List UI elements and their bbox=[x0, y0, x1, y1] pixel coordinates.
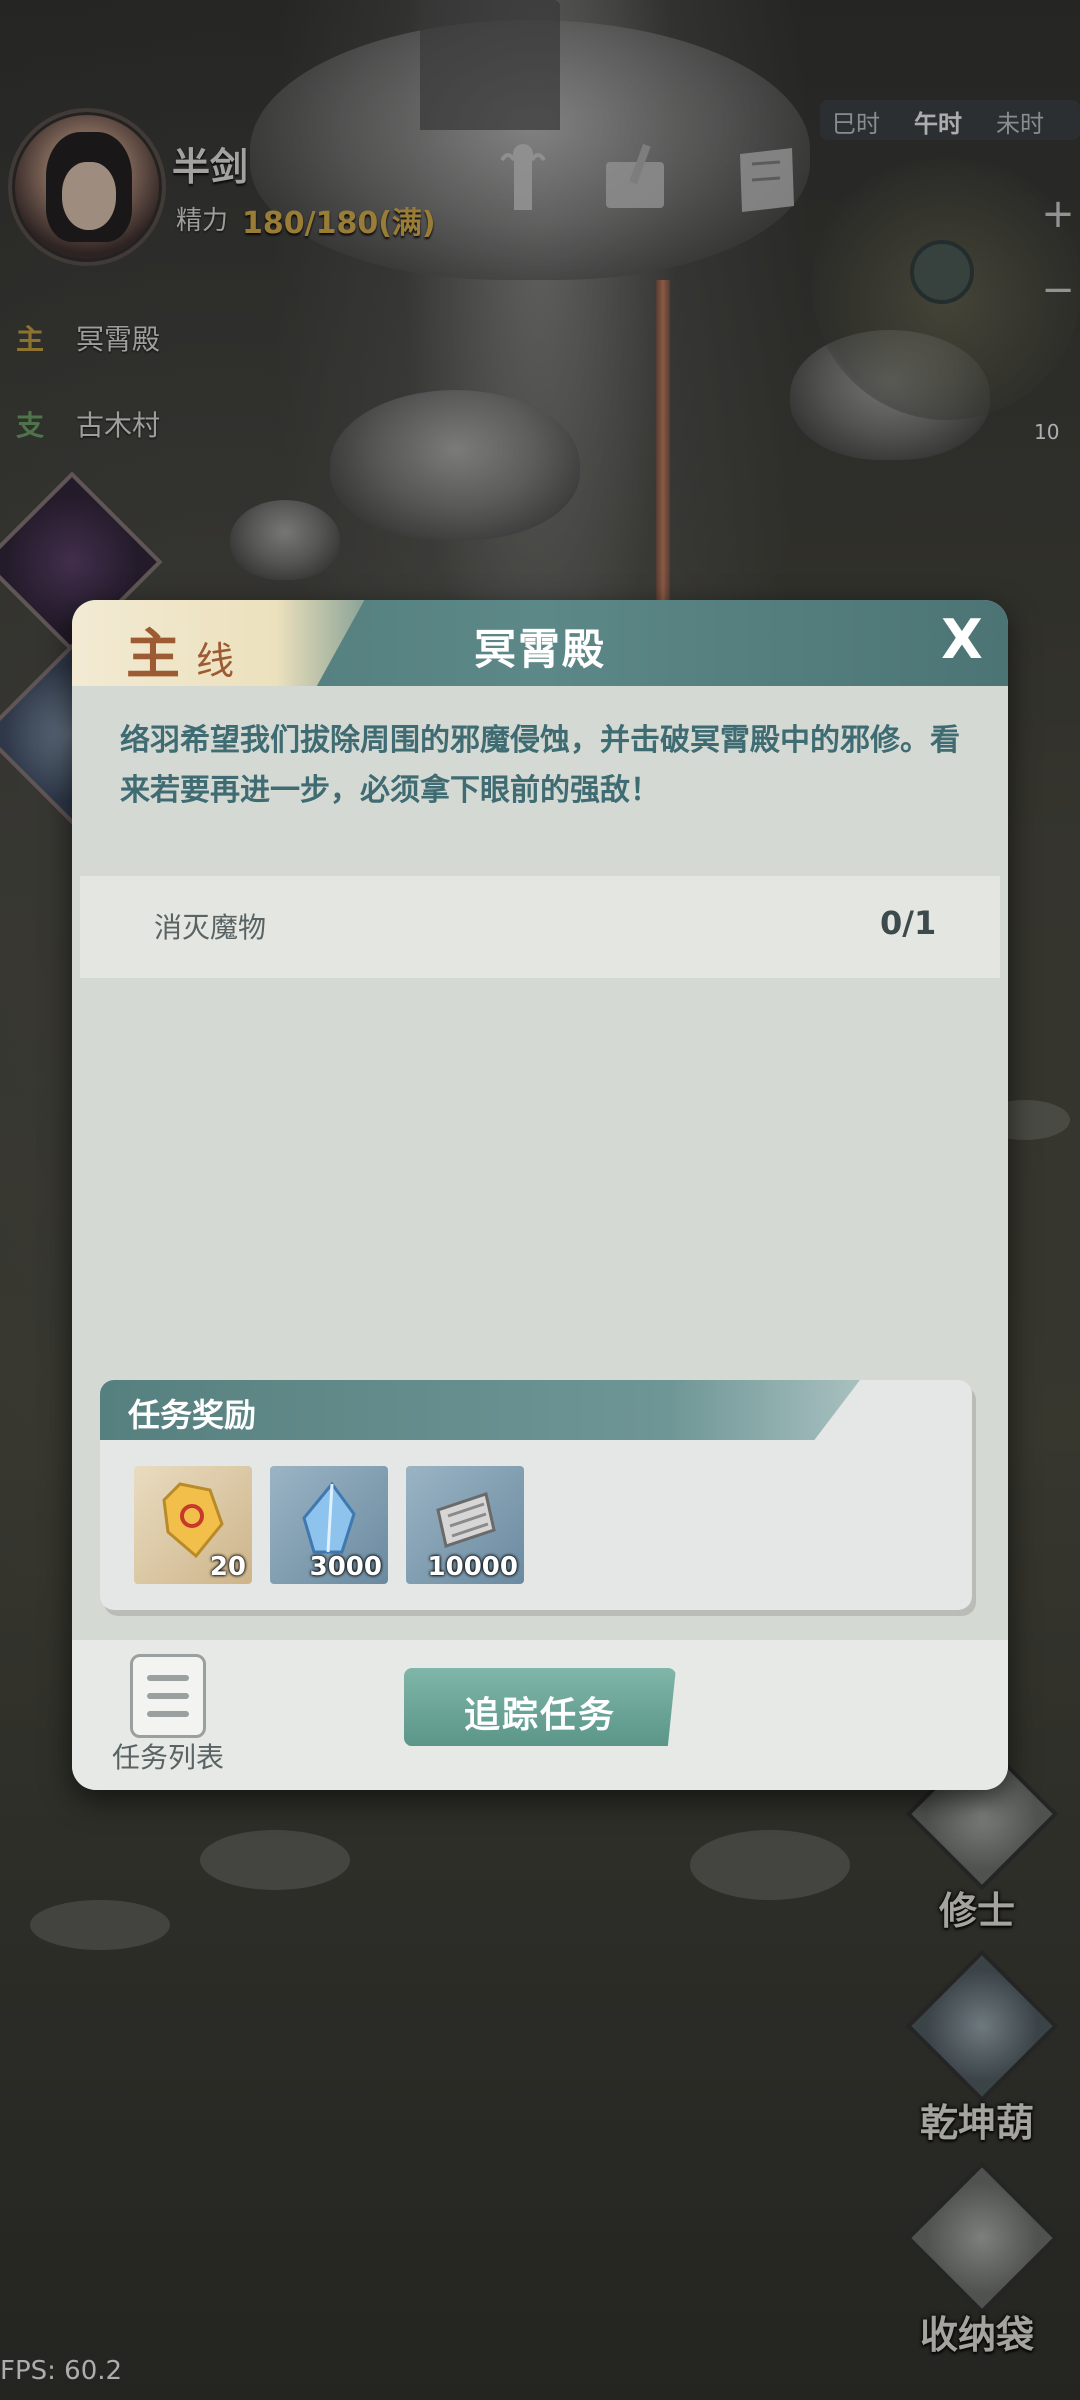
close-button[interactable]: X bbox=[932, 610, 992, 670]
task-list-label[interactable]: 任务列表 bbox=[112, 1736, 224, 1776]
reward-quantity: 3000 bbox=[309, 1552, 382, 1582]
reward-panel: 任务奖励 20 3000 10000 bbox=[100, 1380, 972, 1610]
list-line bbox=[147, 1711, 189, 1717]
task-list-icon[interactable] bbox=[130, 1654, 206, 1738]
quest-description: 络羽希望我们拔除周围的邪魔侵蚀，并击破冥霄殿中的邪修。看来若要再进一步，必须拿下… bbox=[120, 723, 960, 808]
track-quest-label: 追踪任务 bbox=[463, 1695, 616, 1736]
reward-title: 任务奖励 bbox=[128, 1396, 257, 1434]
list-line bbox=[147, 1693, 189, 1699]
reward-item[interactable]: 3000 bbox=[270, 1466, 388, 1584]
objective-count: 0/1 bbox=[880, 904, 937, 942]
list-line bbox=[147, 1675, 189, 1681]
scroll-icon bbox=[436, 1492, 496, 1548]
reward-quantity: 20 bbox=[209, 1552, 246, 1582]
reward-quantity: 10000 bbox=[427, 1552, 518, 1582]
objective-label: 消灭魔物 bbox=[154, 911, 267, 944]
objective-row: 消灭魔物 0/1 bbox=[80, 876, 1000, 978]
track-quest-button[interactable]: 追踪任务 bbox=[404, 1668, 676, 1746]
quest-dialog: 主 线 冥霄殿 X 络羽希望我们拔除周围的邪魔侵蚀，并击破冥霄殿中的邪修。看来若… bbox=[72, 600, 1008, 1790]
reward-item[interactable]: 20 bbox=[134, 1466, 252, 1584]
blue-crystal-icon bbox=[302, 1481, 356, 1554]
dialog-footer: 任务列表 追踪任务 bbox=[72, 1640, 1008, 1790]
gold-crystal-icon bbox=[162, 1482, 224, 1559]
dialog-title: 冥霄殿 bbox=[473, 625, 606, 674]
reward-item[interactable]: 10000 bbox=[406, 1466, 524, 1584]
